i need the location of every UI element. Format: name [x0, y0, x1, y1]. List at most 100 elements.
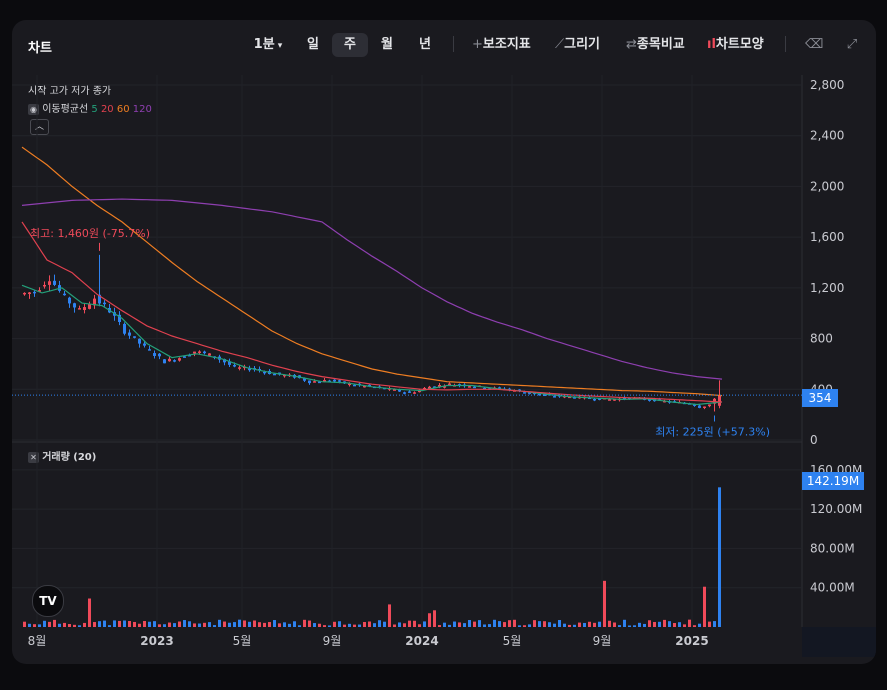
candle-body [313, 381, 316, 383]
volume-bar [78, 625, 81, 627]
candle-body [123, 323, 126, 334]
candle-body [48, 281, 51, 285]
volume-bar [643, 623, 646, 627]
volume-bar [363, 622, 366, 627]
volume-bar [303, 619, 306, 627]
candle-body [148, 349, 151, 351]
volume-bar [593, 622, 596, 627]
low-annotation: 최저: 225원 (+57.3%) [655, 425, 770, 438]
volume-bar [233, 622, 236, 627]
volume-bar [403, 623, 406, 627]
volume-bar [278, 623, 281, 627]
volume-bar [48, 621, 51, 627]
candle-body [338, 380, 341, 382]
volume-bar [553, 623, 556, 627]
volume-bar [688, 619, 691, 627]
price-tick-label: 2,800 [810, 78, 844, 92]
volume-bar [668, 621, 671, 627]
volume-bar [343, 624, 346, 627]
volume-bar [573, 624, 576, 627]
volume-bar [273, 620, 276, 627]
volume-bar [538, 621, 541, 627]
candle-body [708, 404, 711, 407]
volume-bar [98, 621, 101, 627]
volume-bar [423, 621, 426, 627]
volume-bar [473, 621, 476, 627]
volume-bar [198, 623, 201, 627]
candle-body [468, 386, 471, 388]
volume-bar [208, 622, 211, 627]
volume-bar [103, 620, 106, 627]
volume-value-badge: 142.19M [802, 472, 864, 490]
current-price-badge: 354 [802, 389, 838, 407]
candle-body [203, 351, 206, 354]
candle-body [173, 360, 176, 362]
candle-body [403, 392, 406, 394]
volume-bar [288, 623, 291, 627]
candle-body [68, 297, 71, 304]
volume-bar [43, 620, 46, 627]
volume-bar [68, 624, 71, 627]
high-annotation: 최고: 1,460원 (-75.7%) [30, 227, 150, 240]
candle-body [333, 379, 336, 382]
x-tick-label: 8월 [28, 634, 47, 648]
volume-bar [543, 621, 546, 627]
candle-body [138, 338, 141, 344]
candle-body [408, 391, 411, 393]
volume-bar [393, 624, 396, 627]
volume-bar [563, 623, 566, 627]
volume-bar [243, 620, 246, 627]
volume-bar [678, 622, 681, 627]
candle-body [448, 383, 451, 386]
candle-body [28, 292, 31, 294]
x-tick-label: 9월 [323, 634, 342, 648]
candle-body [273, 373, 276, 376]
ma5-line [21, 284, 723, 406]
volume-bar [328, 625, 331, 627]
candle-body [473, 386, 476, 389]
volume-bar [488, 624, 491, 627]
volume-tick-label: 80.00M [810, 541, 855, 555]
candle-body [608, 399, 611, 401]
volume-bar [353, 624, 356, 627]
volume-bar [613, 622, 616, 627]
volume-bar [658, 621, 661, 627]
volume-bar [558, 620, 561, 627]
volume-bar [708, 621, 711, 627]
price-tick-label: 2,400 [810, 129, 844, 143]
volume-bar [73, 624, 76, 627]
candle-body [78, 308, 81, 310]
candle-body [198, 351, 201, 353]
candle-body [168, 358, 171, 362]
volume-bar [313, 623, 316, 627]
volume-bar [413, 620, 416, 627]
volume-bar [503, 622, 506, 627]
volume-bar [513, 619, 516, 627]
volume-tick-label: 40.00M [810, 581, 855, 595]
volume-bar [383, 621, 386, 627]
volume-bar [108, 625, 111, 627]
candle-body [353, 384, 356, 387]
volume-bar [188, 621, 191, 627]
volume-bar [468, 620, 471, 627]
volume-bar [203, 622, 206, 627]
volume-bar [178, 621, 181, 627]
volume-bar [53, 619, 56, 627]
candle-body [103, 302, 106, 305]
volume-bar [698, 623, 701, 627]
candle-body [183, 356, 186, 358]
candle-body [143, 343, 146, 346]
candle-body [163, 359, 166, 364]
volume-bar [223, 621, 226, 627]
volume-bar [23, 621, 26, 627]
volume-bar [173, 623, 176, 627]
volume-bar [308, 620, 311, 627]
price-tick-label: 0 [810, 433, 818, 447]
plot-top [12, 77, 802, 78]
volume-bar [218, 619, 221, 627]
volume-bar [663, 619, 666, 627]
x-tick-label: 9월 [593, 634, 612, 648]
candle-body [128, 332, 131, 336]
candle-body [83, 307, 86, 311]
candle-body [73, 303, 76, 308]
